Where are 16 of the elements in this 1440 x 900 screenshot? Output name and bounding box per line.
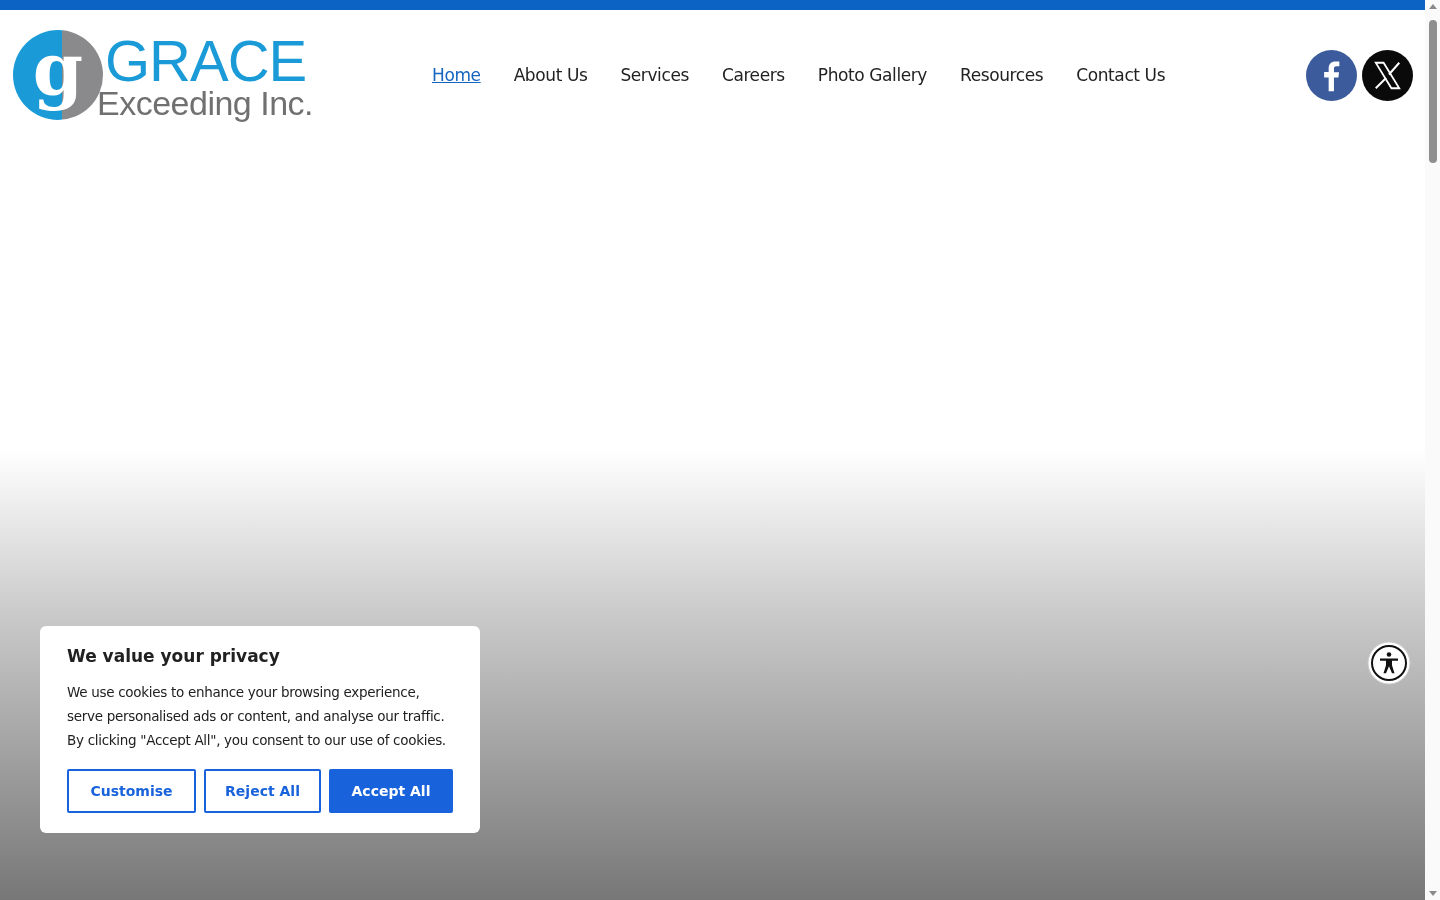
scrollbar[interactable] [1425, 0, 1440, 900]
accessibility-icon[interactable] [1367, 641, 1411, 685]
facebook-icon[interactable] [1306, 49, 1357, 101]
dialog-title: We value your privacy [67, 646, 281, 666]
nav-link[interactable]: About Us [513, 65, 588, 85]
nav-link[interactable]: Services [620, 65, 689, 85]
cookie-button[interactable]: Reject All [204, 769, 321, 813]
nav-link[interactable]: Home [432, 65, 481, 85]
nav-link[interactable]: Careers [721, 65, 785, 85]
nav-link[interactable]: Photo Gallery [817, 65, 928, 85]
nav-link[interactable]: Resources [960, 65, 1044, 85]
accept-button[interactable]: Accept All [329, 769, 453, 813]
cookie-button[interactable]: Customise [67, 769, 196, 813]
dialog-text: We use cookies to enhance your browsing experience, serve personalised ads or content, and analyse our traffic. By clicking "Accept All", you consent to our use of cookies. [67, 683, 447, 750]
nav-link[interactable]: Contact Us [1076, 65, 1166, 85]
x-logo-icon[interactable] [1362, 49, 1413, 101]
